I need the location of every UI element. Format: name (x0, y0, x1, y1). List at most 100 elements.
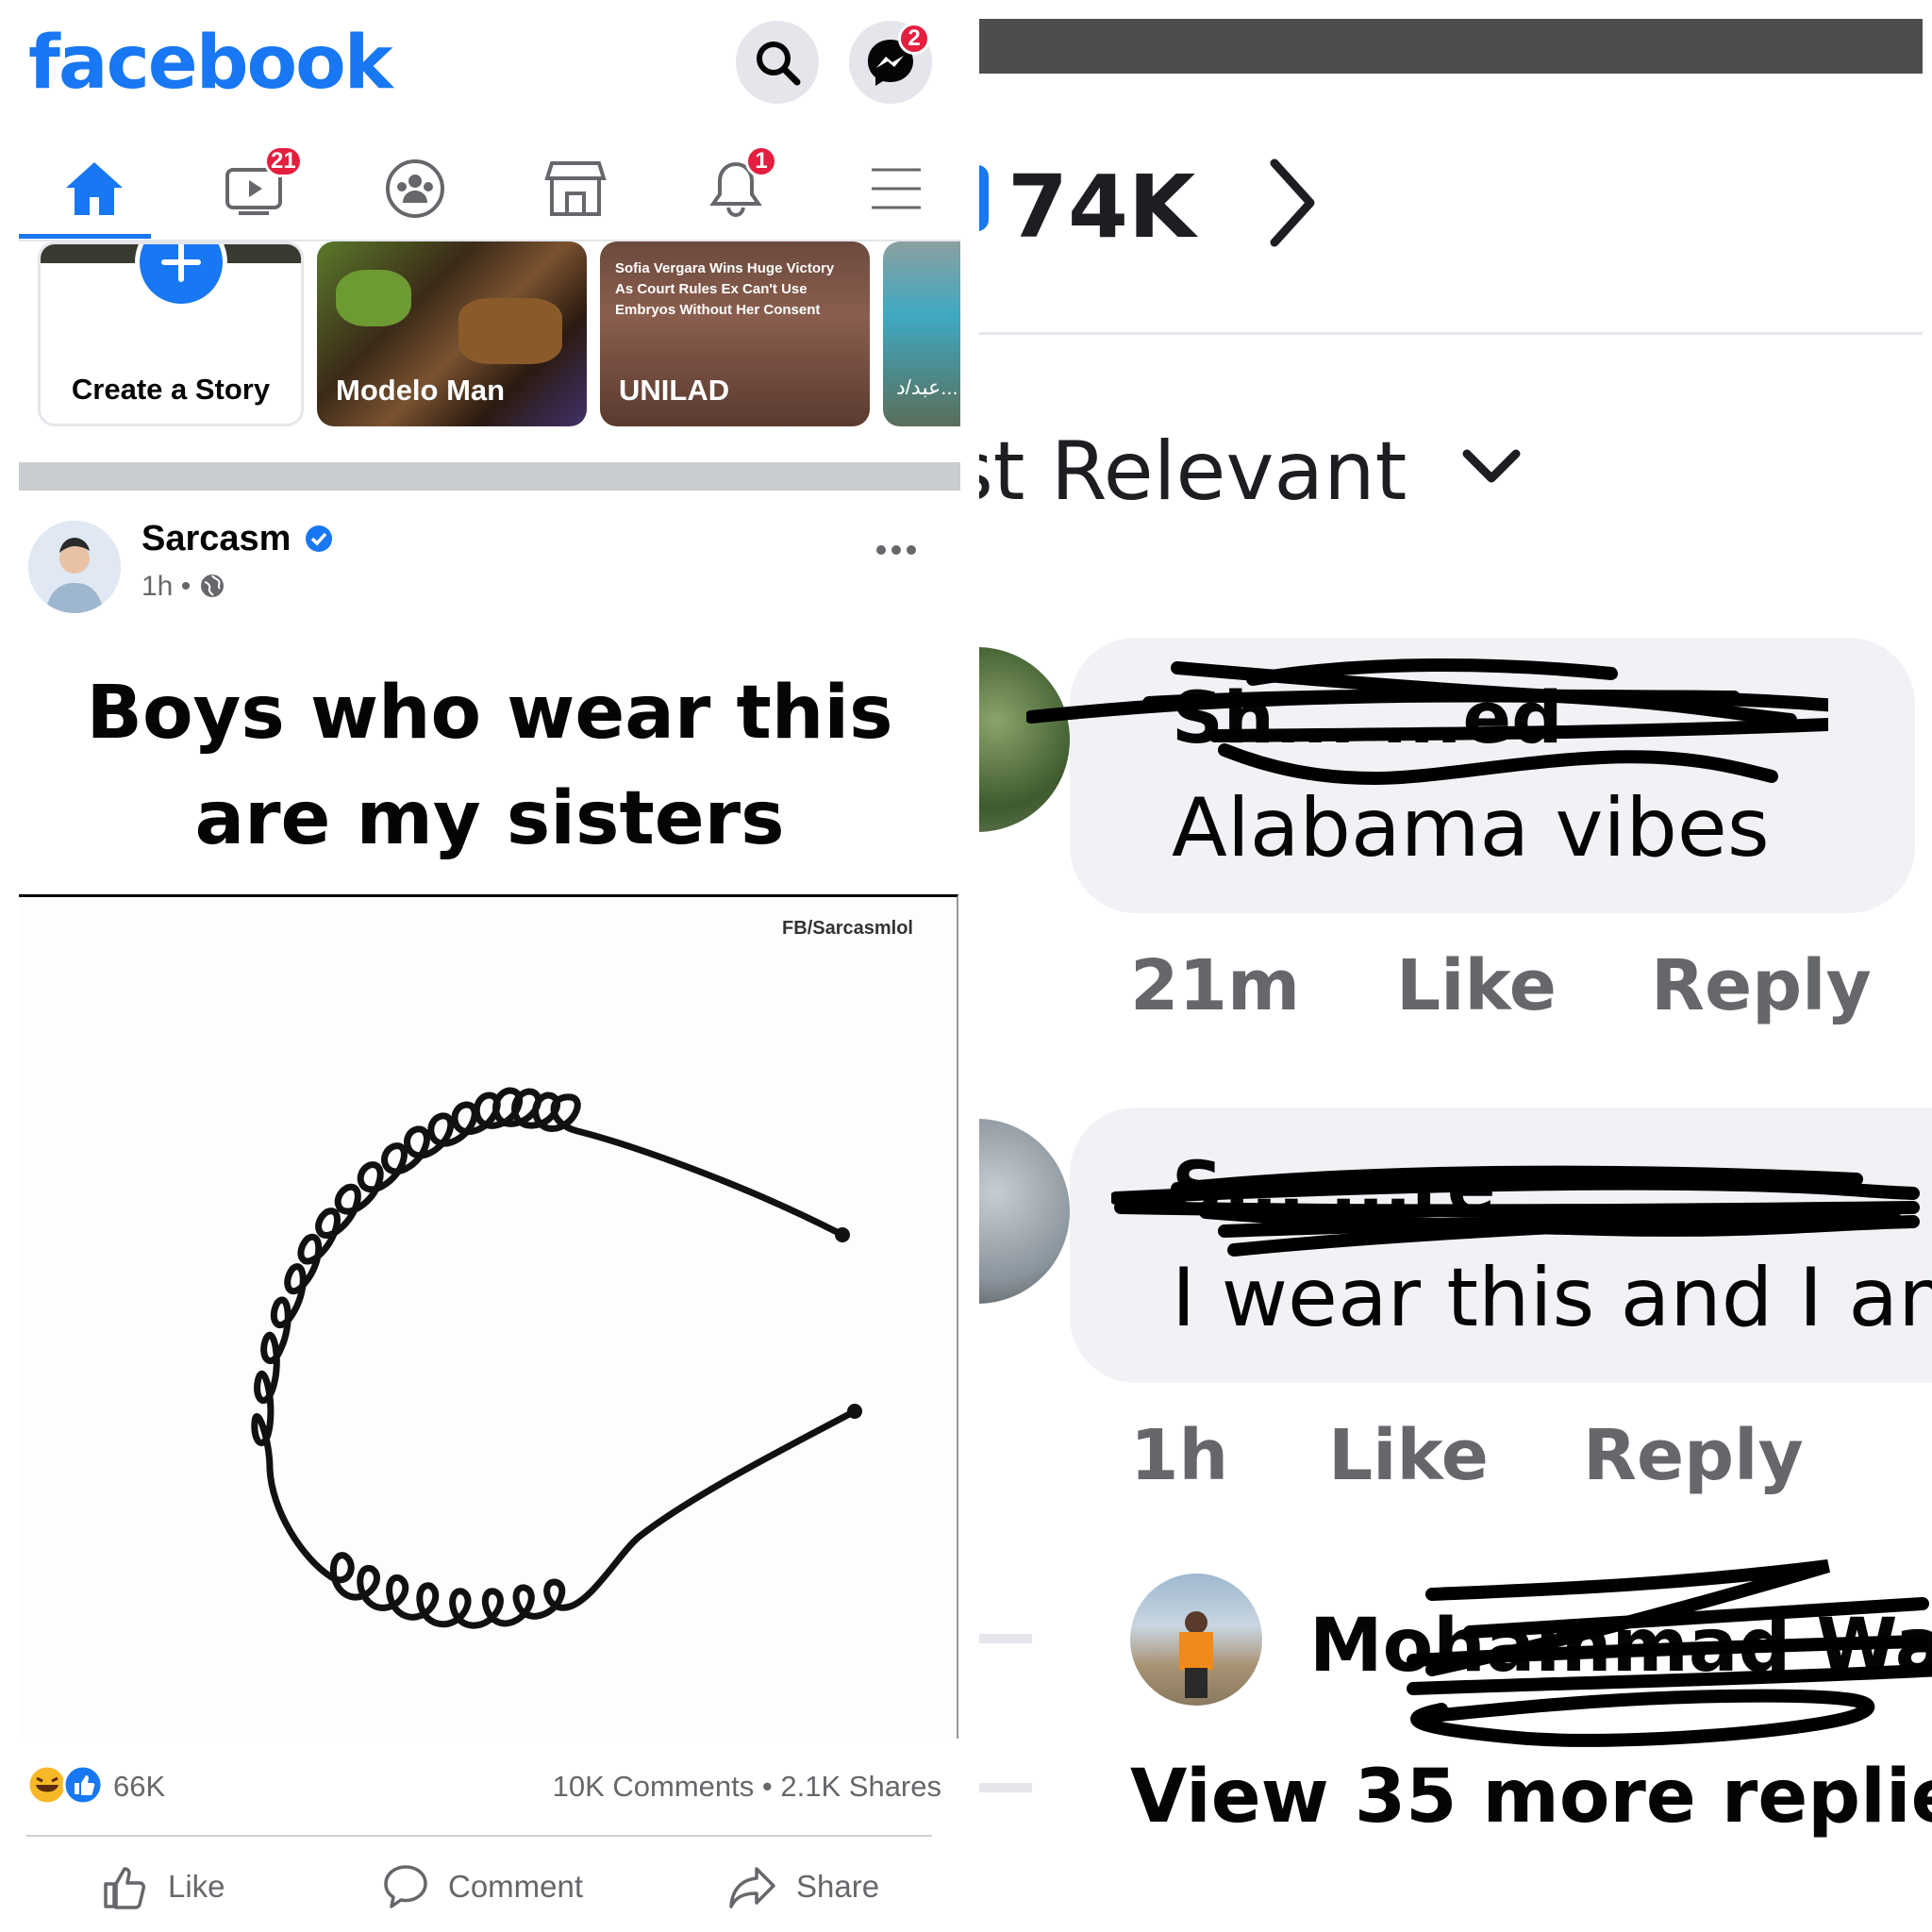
comment-time[interactable]: 21m (1130, 945, 1300, 1026)
post-options-button[interactable] (875, 524, 917, 566)
thread-line (979, 1634, 1032, 1643)
tab-home[interactable] (19, 142, 170, 236)
meta-separator: • (180, 571, 192, 602)
comment-text: I wear this and I am s (1172, 1251, 1932, 1345)
chevron-down-icon (1462, 449, 1521, 483)
engagement-stats: 10K Comments • 2.1K Shares (553, 1770, 941, 1804)
avatar-legs (1185, 1668, 1208, 1698)
thread-line (979, 1783, 1032, 1792)
tab-notifications[interactable]: 1 (660, 142, 811, 236)
facebook-logo[interactable]: facebook (28, 21, 393, 106)
post-image[interactable]: FB/Sarcasmlol (19, 894, 958, 1739)
page-avatar[interactable] (28, 521, 121, 613)
reply-author-avatar[interactable] (1130, 1574, 1262, 1706)
commenter-avatar[interactable] (979, 1119, 1070, 1304)
verified-icon (306, 525, 333, 552)
shares-count[interactable]: 2.1K Shares (780, 1770, 941, 1803)
create-story-card[interactable]: Create a Story (38, 242, 304, 426)
story-headline: Sofia Vergara Wins Huge Victory As Court… (615, 260, 835, 318)
caption-line: Boys who wear this (86, 671, 893, 756)
comment-bubble[interactable]: S... ...re I wear this and I am s (1070, 1108, 1932, 1383)
tab-marketplace[interactable] (500, 142, 651, 236)
reaction-icon-partial (979, 165, 989, 231)
reaction-total[interactable]: 74K (1008, 156, 1320, 258)
page-name-text: Sarcasm (142, 519, 291, 558)
comment-time[interactable]: 1h (1130, 1415, 1228, 1496)
story-photo (458, 298, 562, 364)
comment-text: Alabama vibes (1172, 781, 1770, 875)
avatar-vest (1179, 1632, 1213, 1670)
reaction-count: 66K (113, 1770, 166, 1803)
messenger-button[interactable]: 2 (849, 21, 932, 104)
groups-icon (386, 159, 444, 218)
story-photo (336, 270, 411, 326)
panel-divider (979, 332, 1923, 335)
reaction-total-value: 74K (1008, 157, 1196, 258)
comment-reply-button[interactable]: Reply (1583, 1415, 1804, 1496)
section-divider (19, 462, 960, 491)
post-time[interactable]: 1h (142, 571, 173, 602)
tab-groups[interactable] (340, 142, 491, 236)
view-more-replies[interactable]: View 35 more replies... (1130, 1755, 1932, 1840)
tab-menu[interactable] (821, 142, 960, 236)
post-meta: 1h • (142, 571, 225, 603)
add-story-button[interactable] (135, 244, 227, 308)
stats-separator: • (761, 1770, 773, 1803)
like-reaction-icon (62, 1764, 104, 1806)
reactions-summary[interactable]: 66K 10K Comments • 2.1K Shares (26, 1764, 941, 1811)
comment-button[interactable]: Comment (382, 1863, 583, 1910)
home-icon (66, 162, 123, 215)
search-icon (757, 42, 801, 86)
feed-panel: facebook 2 21 1 Create a Story Modelo Ma… (0, 0, 960, 1932)
headband-image (251, 1087, 862, 1629)
reply-author-name[interactable]: Mohammad Waqa (1309, 1604, 1932, 1689)
story-label: Modelo Man (336, 374, 506, 407)
comment-bubble[interactable]: Sh... ...ed Alabama vibes (1070, 638, 1915, 913)
comments-panel: 74K st Relevant Sh... ...ed Alabama vibe… (979, 0, 1932, 1932)
story-label: UNILAD (619, 374, 730, 407)
commenter-name[interactable]: Sh... ...ed (1172, 675, 1562, 759)
like-button[interactable]: Like (102, 1863, 225, 1910)
story-card[interactable]: Modelo Man (317, 242, 587, 426)
tab-watch[interactable]: 21 (179, 142, 330, 236)
like-label: Like (168, 1869, 225, 1904)
comments-count[interactable]: 10K Comments (553, 1770, 755, 1803)
comment-like-button[interactable]: Like (1328, 1415, 1489, 1496)
avatar-head (1185, 1611, 1208, 1634)
commenter-name[interactable]: S... ...re (1172, 1145, 1495, 1229)
sort-label: st Relevant (979, 425, 1407, 519)
actions-divider (26, 1835, 932, 1837)
top-bar (979, 19, 1923, 74)
story-card[interactable]: عبد/د... (883, 242, 960, 426)
story-label: عبد/د... (896, 375, 958, 399)
stories-tray: Create a Story Modelo Man Sofia Vergara … (19, 242, 960, 430)
active-tab-indicator (19, 234, 151, 239)
main-nav: 21 1 (19, 142, 960, 242)
messenger-badge: 2 (898, 23, 930, 55)
sort-dropdown[interactable]: st Relevant (979, 425, 1522, 519)
share-icon (729, 1867, 775, 1908)
post-caption: Boys who wear this are my sisters (19, 660, 960, 872)
comment-like-button[interactable]: Like (1396, 945, 1557, 1026)
marketplace-icon (544, 161, 607, 216)
comment-icon (384, 1865, 427, 1908)
plus-icon (161, 244, 201, 282)
comment-reply-button[interactable]: Reply (1651, 945, 1872, 1026)
search-button[interactable] (736, 21, 819, 104)
globe-icon (200, 575, 224, 597)
caption-line: are my sisters (194, 776, 785, 861)
menu-icon (872, 168, 921, 209)
more-icon (876, 545, 916, 555)
notifications-badge: 1 (745, 145, 777, 177)
create-story-label: Create a Story (71, 373, 271, 406)
thumbs-up-icon (104, 1867, 145, 1909)
commenter-avatar[interactable] (979, 647, 1070, 832)
watch-badge: 21 (264, 145, 303, 177)
share-button[interactable]: Share (728, 1863, 879, 1910)
comment-label: Comment (448, 1869, 584, 1904)
chevron-right-icon (1270, 158, 1315, 247)
page-name[interactable]: Sarcasm (142, 519, 333, 559)
avatar-image (28, 521, 121, 613)
story-card[interactable]: Sofia Vergara Wins Huge Victory As Court… (600, 242, 870, 426)
share-label: Share (796, 1869, 880, 1904)
